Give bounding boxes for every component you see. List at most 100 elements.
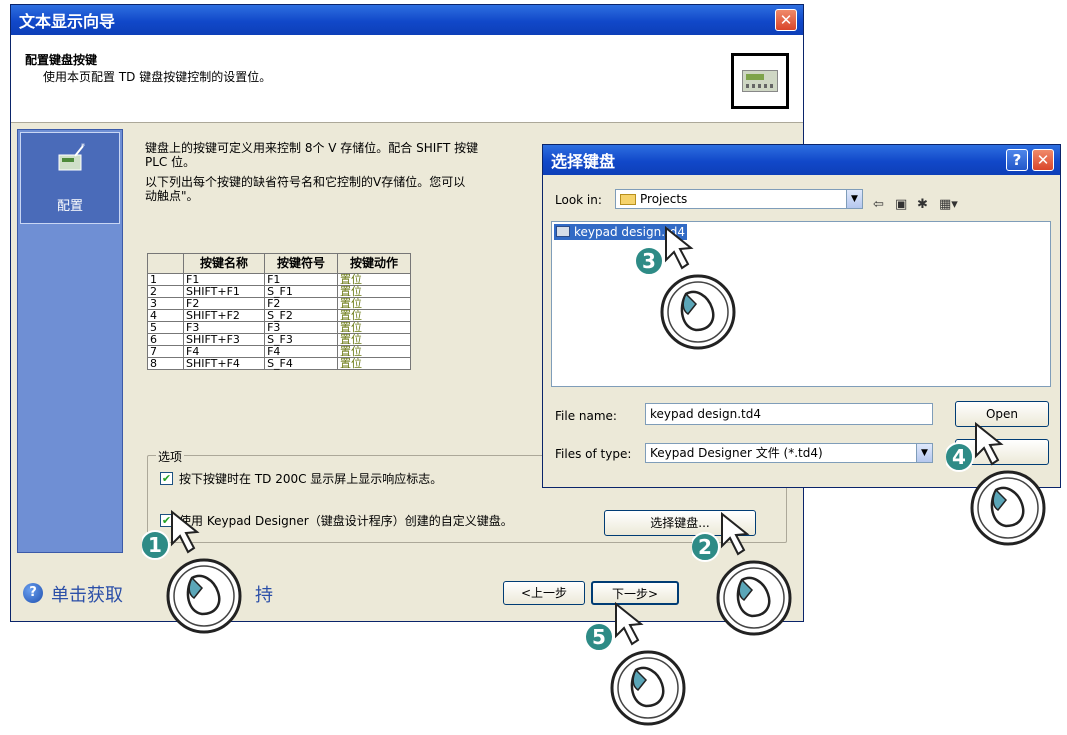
look-in-label: Look in: bbox=[555, 193, 602, 207]
sidebar-item-label: 配置 bbox=[56, 199, 83, 214]
row-index: 5 bbox=[147, 321, 184, 334]
key-action-cell[interactable]: 置位 bbox=[337, 309, 411, 322]
mouse-click-annotation-1: 1 bbox=[142, 508, 262, 638]
key-symbol-cell[interactable]: S_F4 bbox=[264, 357, 339, 370]
folder-icon bbox=[620, 194, 636, 205]
page-title: 配置键盘按键 bbox=[25, 53, 98, 67]
key-name-cell[interactable]: SHIFT+F2 bbox=[182, 309, 266, 322]
help-link[interactable]: 单击获取 bbox=[51, 581, 123, 607]
back-arrow-icon[interactable]: ⇦ bbox=[873, 197, 884, 212]
step-number: 4 bbox=[952, 445, 966, 469]
key-symbol-cell[interactable]: S_F3 bbox=[264, 333, 339, 346]
description-line: 键盘上的按键可定义用来控制 8个 V 存储位。配合 SHIFT 按键 bbox=[145, 141, 479, 155]
mouse-icon bbox=[636, 225, 736, 350]
td-device-icon bbox=[742, 70, 778, 92]
sidebar-item-config[interactable]: * 配置 bbox=[20, 132, 120, 224]
options-legend: 选项 bbox=[156, 448, 185, 465]
wizard-header: 配置键盘按键 使用本页配置 TD 键盘按键控制的设置位。 bbox=[11, 35, 803, 123]
description-line: 动触点"。 bbox=[145, 189, 199, 203]
key-symbol-cell[interactable]: F4 bbox=[264, 345, 339, 358]
key-symbol-cell[interactable]: S_F1 bbox=[264, 285, 339, 298]
option-label: 按下按键时在 TD 200C 显示屏上显示响应标志。 bbox=[179, 472, 443, 486]
row-index: 3 bbox=[147, 297, 184, 310]
description-line: 以下列出每个按键的缺省符号名和它控制的V存储位。您可以 bbox=[145, 175, 466, 189]
mouse-click-annotation-3: 3 bbox=[636, 224, 756, 354]
back-button[interactable]: <上一步 bbox=[503, 581, 585, 605]
wand-icon: * bbox=[58, 143, 85, 171]
column-header: 按键名称 bbox=[182, 253, 266, 274]
key-name-cell[interactable]: F2 bbox=[182, 297, 266, 310]
row-index: 2 bbox=[147, 285, 184, 298]
table-row[interactable]: 8 SHIFT+F4 S_F4 置位 bbox=[147, 357, 411, 370]
wizard-titlebar: 文本显示向导 ✕ bbox=[11, 5, 803, 35]
key-action-cell[interactable]: 置位 bbox=[337, 333, 411, 346]
key-action-cell[interactable]: 置位 bbox=[337, 297, 411, 310]
key-name-cell[interactable]: F1 bbox=[182, 273, 266, 286]
key-symbol-cell[interactable]: S_F2 bbox=[264, 309, 339, 322]
mouse-icon bbox=[142, 509, 242, 634]
key-symbol-cell[interactable]: F2 bbox=[264, 297, 339, 310]
key-symbol-cell[interactable]: F1 bbox=[264, 273, 339, 286]
svg-text:*: * bbox=[81, 143, 85, 151]
help-icon[interactable]: ? bbox=[23, 583, 43, 603]
up-folder-icon[interactable]: ▣ bbox=[895, 197, 907, 212]
key-name-cell[interactable]: F3 bbox=[182, 321, 266, 334]
dialog-help-button[interactable]: ? bbox=[1006, 149, 1028, 171]
column-header bbox=[147, 253, 184, 274]
look-in-value: Projects bbox=[640, 192, 688, 206]
file-name-label: File name: bbox=[555, 409, 617, 423]
chevron-down-icon[interactable]: ▼ bbox=[846, 190, 862, 208]
table-row[interactable]: 3 F2 F2 置位 bbox=[147, 297, 411, 310]
page-subtitle: 使用本页配置 TD 键盘按键控制的设置位。 bbox=[43, 70, 272, 84]
look-in-combo[interactable]: Projects ▼ bbox=[615, 189, 863, 209]
mouse-icon bbox=[692, 511, 792, 636]
mouse-icon bbox=[946, 421, 1046, 546]
key-name-cell[interactable]: SHIFT+F1 bbox=[182, 285, 266, 298]
key-name-cell[interactable]: SHIFT+F4 bbox=[182, 357, 266, 370]
mouse-click-annotation-2: 2 bbox=[692, 510, 812, 640]
file-list[interactable]: keypad design.td4 bbox=[551, 221, 1051, 387]
table-row[interactable]: 6 SHIFT+F3 S_F3 置位 bbox=[147, 333, 411, 346]
key-action-cell[interactable]: 置位 bbox=[337, 273, 411, 286]
key-name-cell[interactable]: SHIFT+F3 bbox=[182, 333, 266, 346]
step-number: 1 bbox=[148, 533, 162, 557]
key-action-cell[interactable]: 置位 bbox=[337, 357, 411, 370]
step-number: 5 bbox=[592, 625, 606, 649]
table-row[interactable]: 2 SHIFT+F1 S_F1 置位 bbox=[147, 285, 411, 298]
dialog-title: 选择键盘 bbox=[551, 152, 616, 171]
view-menu-icon[interactable]: ▦▾ bbox=[939, 197, 958, 212]
key-config-table: 按键名称 按键符号 按键动作 1 F1 F1 置位 2 SHIFT+F1 S_F1 置位 3… bbox=[147, 253, 411, 370]
column-header: 按键动作 bbox=[337, 253, 411, 274]
td4-file-icon bbox=[556, 226, 570, 237]
key-action-cell[interactable]: 置位 bbox=[337, 345, 411, 358]
option-show-response[interactable]: ✔ 按下按键时在 TD 200C 显示屏上显示响应标志。 bbox=[160, 470, 442, 487]
key-action-cell[interactable]: 置位 bbox=[337, 321, 411, 334]
close-button[interactable]: ✕ bbox=[775, 9, 797, 31]
description-paragraph-1: 键盘上的按键可定义用来控制 8个 V 存储位。配合 SHIFT 按键 PLC 位… bbox=[145, 141, 545, 169]
new-folder-icon[interactable]: ✱ bbox=[917, 197, 928, 212]
key-name-cell[interactable]: F4 bbox=[182, 345, 266, 358]
chevron-down-icon[interactable]: ▼ bbox=[916, 444, 932, 462]
file-name-input[interactable]: keypad design.td4 bbox=[645, 403, 933, 425]
wizard-title: 文本显示向导 bbox=[19, 12, 116, 31]
table-row[interactable]: 1 F1 F1 置位 bbox=[147, 273, 411, 286]
table-row[interactable]: 5 F3 F3 置位 bbox=[147, 321, 411, 334]
table-row[interactable]: 7 F4 F4 置位 bbox=[147, 345, 411, 358]
table-row[interactable]: 4 SHIFT+F2 S_F2 置位 bbox=[147, 309, 411, 322]
key-action-cell[interactable]: 置位 bbox=[337, 285, 411, 298]
key-symbol-cell[interactable]: F3 bbox=[264, 321, 339, 334]
mouse-click-annotation-4: 4 bbox=[946, 420, 1066, 550]
files-of-type-value: Keypad Designer 文件 (*.td4) bbox=[650, 446, 823, 460]
description-paragraph-2: 以下列出每个按键的缺省符号名和它控制的V存储位。您可以 动触点"。 bbox=[145, 175, 545, 203]
td-device-image bbox=[731, 53, 789, 109]
files-of-type-combo[interactable]: Keypad Designer 文件 (*.td4) ▼ bbox=[645, 443, 933, 463]
row-index: 1 bbox=[147, 273, 184, 286]
row-index: 8 bbox=[147, 357, 184, 370]
step-number: 2 bbox=[698, 535, 712, 559]
dialog-close-button[interactable]: ✕ bbox=[1032, 149, 1054, 171]
check-icon[interactable]: ✔ bbox=[160, 472, 173, 485]
mouse-click-annotation-5: 5 bbox=[586, 600, 706, 730]
files-of-type-label: Files of type: bbox=[555, 447, 632, 461]
column-header: 按键符号 bbox=[264, 253, 339, 274]
row-index: 4 bbox=[147, 309, 184, 322]
